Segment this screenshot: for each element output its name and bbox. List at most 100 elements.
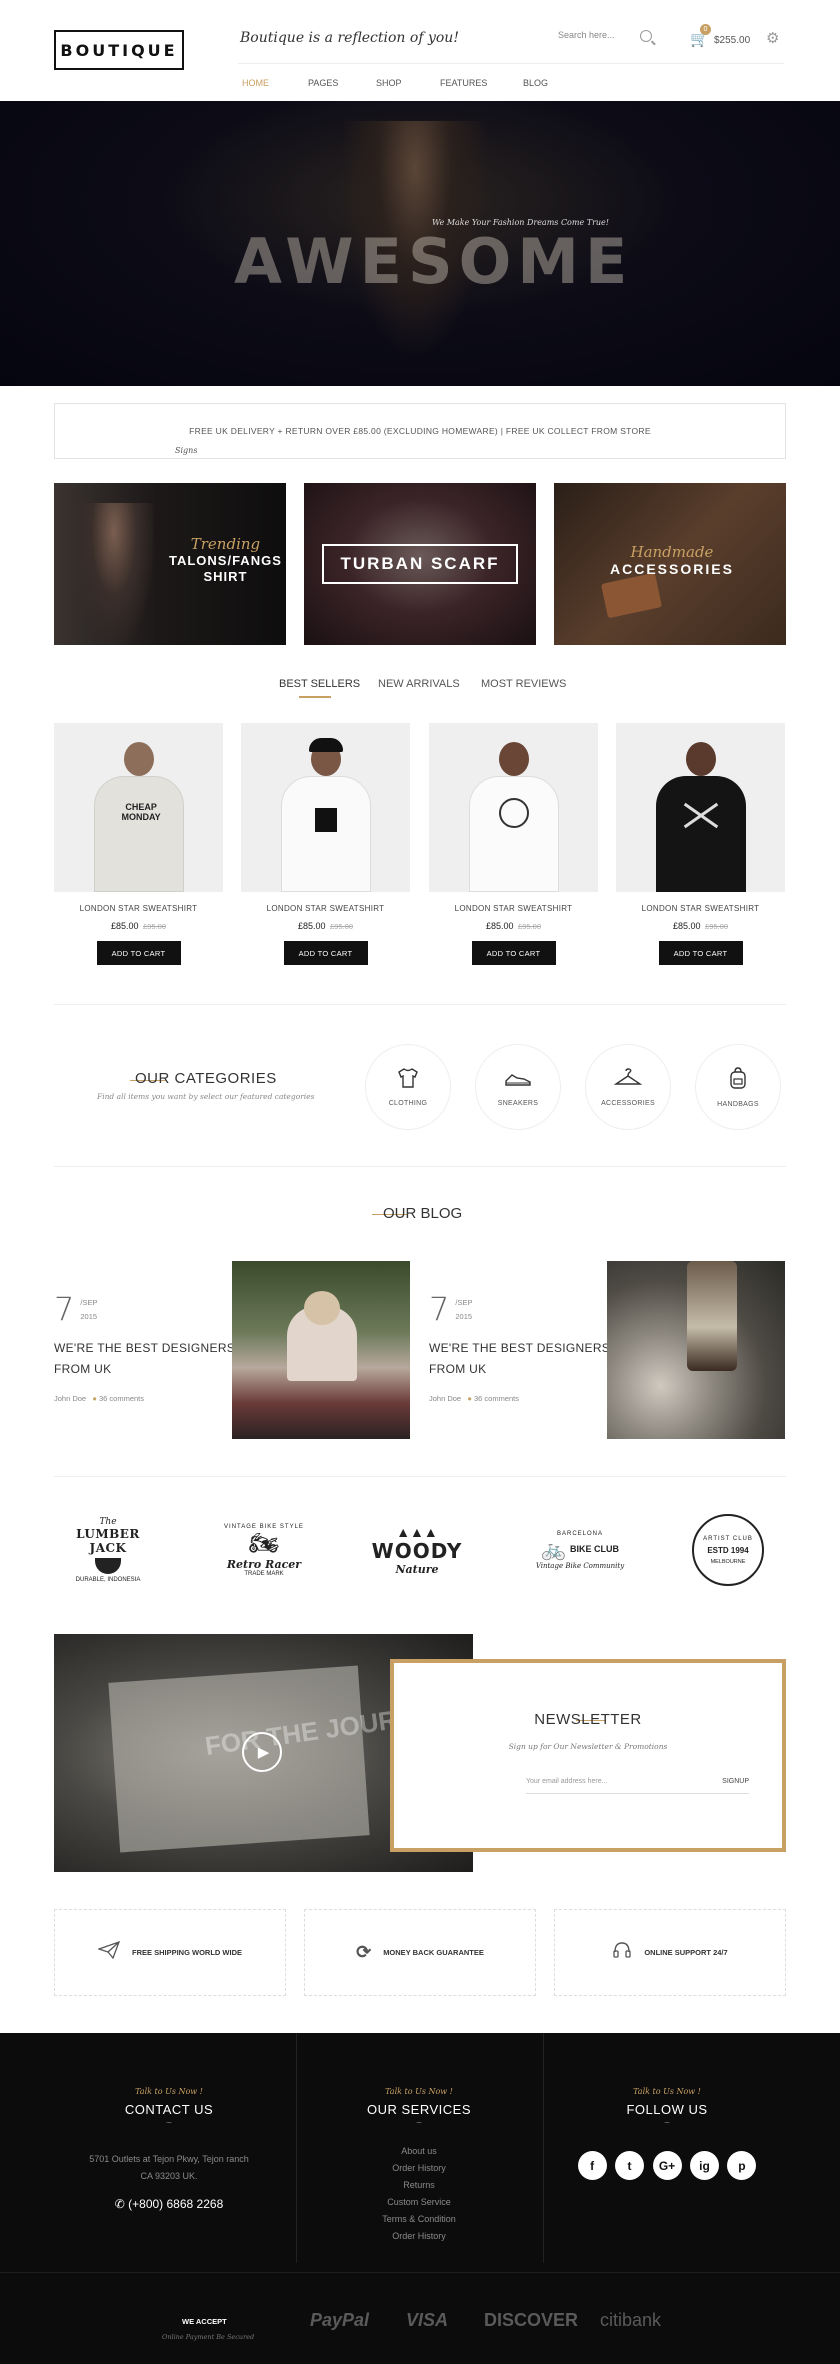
promo-script: Handmade — [630, 543, 714, 561]
tab-active-underline — [299, 696, 331, 698]
footer-follow: Talk to Us Now ! FOLLOW US ~ f t G+ ig p — [544, 2033, 790, 2180]
signup-button[interactable]: SIGNUP — [722, 1778, 749, 1793]
blog-post-title-line2[interactable]: FROM UK — [429, 1359, 610, 1380]
footer-link-about[interactable]: About us — [296, 2143, 542, 2160]
logo[interactable]: BOUTIQUE — [54, 30, 184, 70]
product-image[interactable] — [241, 723, 410, 892]
newsletter-title: NEWSLETTER — [534, 1711, 642, 1728]
blog-image[interactable] — [607, 1261, 785, 1439]
promo-accessories[interactable]: Handmade ACCESSORIES — [554, 483, 786, 645]
categories-title: OUR CATEGORIES — [135, 1070, 277, 1087]
footer-script: Talk to Us Now ! — [633, 2087, 701, 2096]
category-accessories[interactable]: ACCESSORIES — [585, 1044, 671, 1130]
google-plus-icon[interactable]: G+ — [652, 2151, 682, 2180]
promo-turban-scarf[interactable]: TURBAN SCARF — [304, 483, 536, 645]
promo-trending[interactable]: Trending TALONS/FANGS SHIRT — [54, 483, 286, 645]
blog-post[interactable]: 7 /SEP 2015 WE'RE THE BEST DESIGNERS FROM… — [54, 1290, 235, 1403]
email-input[interactable]: Your email address here... — [526, 1778, 607, 1793]
add-to-cart-button[interactable]: ADD TO CART — [658, 941, 743, 965]
hanger-icon — [613, 1067, 643, 1093]
promo-line1: TALONS/FANGS — [169, 553, 282, 568]
product-name[interactable]: LONDON STAR SWEATSHIRT — [429, 904, 598, 913]
model-figure — [280, 738, 371, 892]
nav-shop[interactable]: SHOP — [376, 78, 402, 88]
twitter-icon[interactable]: t — [615, 2151, 645, 2180]
hero-title: AWESOME — [234, 225, 634, 298]
add-to-cart-button[interactable]: ADD TO CART — [471, 941, 556, 965]
product-name[interactable]: LONDON STAR SWEATSHIRT — [54, 904, 223, 913]
product-name[interactable]: LONDON STAR SWEATSHIRT — [616, 904, 785, 913]
brand-artist-club[interactable]: ARTIST CLUB ESTD 1994 MELBOURNE — [678, 1505, 778, 1595]
tab-most-reviews[interactable]: MOST REVIEWS — [481, 678, 566, 690]
brand-retro-racer[interactable]: VINTAGE BIKE STYLE 🏍 Retro Racer TRADE M… — [214, 1505, 314, 1595]
add-to-cart-button[interactable]: ADD TO CART — [96, 941, 181, 965]
product-name[interactable]: LONDON STAR SWEATSHIRT — [241, 904, 410, 913]
facebook-icon[interactable]: f — [577, 2151, 607, 2180]
brand-woody[interactable]: ▲▲▲ WOODY Nature — [367, 1505, 467, 1595]
footer-link-order-history[interactable]: Order History — [296, 2160, 542, 2177]
product-image[interactable] — [616, 723, 785, 892]
gear-icon[interactable]: ⚙ — [766, 29, 779, 47]
footer-link-returns[interactable]: Returns — [296, 2177, 542, 2194]
address-line2: CA 93203 UK. — [140, 2171, 198, 2181]
search-icon[interactable] — [640, 30, 652, 42]
footer-link-order-history-2[interactable]: Order History — [296, 2228, 542, 2245]
nav-features[interactable]: FEATURES — [440, 78, 487, 88]
product-card[interactable]: LONDON STAR SWEATSHIRT £85.00 £95.00 ADD… — [241, 723, 410, 965]
nav-home[interactable]: HOME — [242, 78, 269, 88]
cart-total[interactable]: $255.00 — [714, 35, 750, 46]
category-sneakers[interactable]: SNEAKERS — [475, 1044, 561, 1130]
phone[interactable]: ✆ (+800) 6868 2268 — [46, 2197, 292, 2211]
nav-blog[interactable]: BLOG — [523, 78, 548, 88]
category-label: ACCESSORIES — [601, 1100, 655, 1107]
category-label: CLOTHING — [388, 1100, 428, 1107]
section-divider — [54, 1166, 786, 1167]
service-money-back: ⟳ MONEY BACK GUARANTEE — [304, 1909, 536, 1996]
category-clothing[interactable]: CLOTHING — [365, 1044, 451, 1130]
add-to-cart-button[interactable]: ADD TO CART — [283, 941, 368, 965]
blog-day: 7 — [54, 1290, 75, 1328]
model-figure — [655, 742, 746, 892]
product-card[interactable]: LONDON STAR SWEATSHIRT £85.00 £95.00 ADD… — [616, 723, 785, 965]
blog-post-title-line2[interactable]: FROM UK — [54, 1359, 235, 1380]
footer-title: FOLLOW US — [626, 2102, 708, 2117]
category-handbags[interactable]: HANDBAGS — [695, 1044, 781, 1130]
newsletter-form: Your email address here... SIGNUP — [526, 1778, 749, 1794]
blog-title: OUR BLOG — [383, 1205, 463, 1222]
comment-icon: ● — [92, 1394, 97, 1403]
paypal-logo: PayPal — [310, 2310, 370, 2330]
wave-icon: ~ — [664, 2118, 670, 2129]
product-image[interactable] — [429, 723, 598, 892]
brand-lumber-jack[interactable]: The LUMBER JACK DURABLE, INDONESIA — [58, 1505, 158, 1595]
product-card[interactable]: LONDON STAR SWEATSHIRT £85.00 £95.00 ADD… — [429, 723, 598, 965]
instagram-icon[interactable]: ig — [689, 2151, 719, 2180]
blog-comments[interactable]: 36 comments — [99, 1394, 144, 1403]
tab-new-arrivals[interactable]: NEW ARRIVALS — [378, 678, 460, 690]
delivery-banner: FREE UK DELIVERY + RETURN OVER £85.00 (E… — [54, 403, 786, 459]
blog-author[interactable]: John Doe — [429, 1394, 461, 1403]
product-image[interactable]: CHEAP MONDAY — [54, 723, 223, 892]
trees-icon: ▲▲▲ — [396, 1523, 438, 1540]
visa-logo: VISA — [406, 2310, 449, 2330]
hiker-figure — [687, 1261, 737, 1371]
pinterest-icon[interactable]: p — [727, 2151, 757, 2180]
blog-post-title-line1[interactable]: WE'RE THE BEST DESIGNERS — [54, 1338, 235, 1359]
footer-title: OUR SERVICES — [366, 2102, 471, 2117]
play-button[interactable]: ▶ — [242, 1732, 282, 1772]
promo-label: TURBAN SCARF — [322, 544, 518, 584]
footer-link-terms[interactable]: Terms & Condition — [296, 2211, 542, 2228]
product-card[interactable]: CHEAP MONDAY LONDON STAR SWEATSHIRT £85.0… — [54, 723, 223, 965]
nav-pages[interactable]: PAGES — [308, 78, 338, 88]
footer-script: Talk to Us Now ! — [385, 2087, 453, 2096]
footer-link-custom-service[interactable]: Custom Service — [296, 2194, 542, 2211]
blog-post-title-line1[interactable]: WE'RE THE BEST DESIGNERS — [429, 1338, 610, 1359]
blog-comments[interactable]: 36 comments — [474, 1394, 519, 1403]
tab-best-sellers[interactable]: BEST SELLERS — [279, 678, 360, 690]
blog-post[interactable]: 7 /SEP 2015 WE'RE THE BEST DESIGNERS FROM… — [429, 1290, 610, 1403]
service-shipping: FREE SHIPPING WORLD WIDE — [54, 1909, 286, 1996]
footer-script: Talk to Us Now ! — [135, 2087, 203, 2096]
promo-script: Trending — [190, 535, 261, 553]
brand-bike-club[interactable]: BARCELONA 🚲 BIKE CLUB Vintage Bike Commun… — [530, 1505, 630, 1595]
blog-image[interactable] — [232, 1261, 410, 1439]
blog-author[interactable]: John Doe — [54, 1394, 86, 1403]
